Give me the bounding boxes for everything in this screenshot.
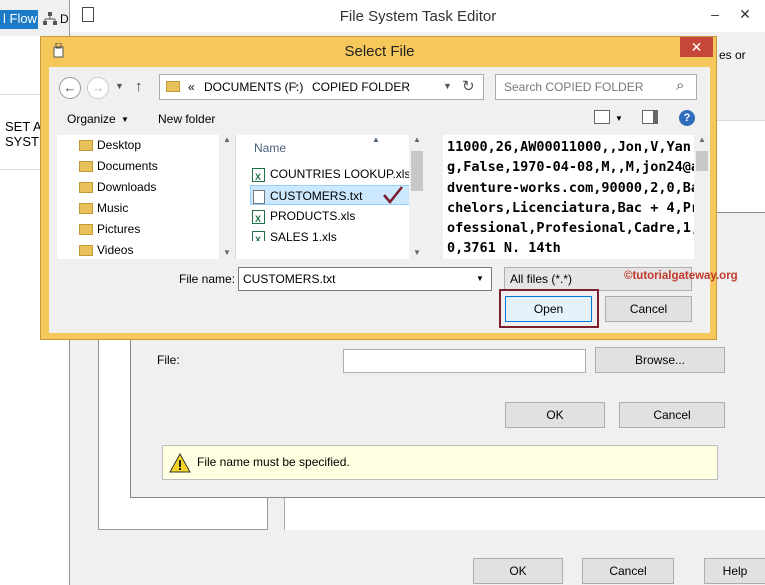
file-list-scrollbar[interactable]: ▲ ▼ — [409, 135, 425, 259]
file-path-input[interactable] — [343, 349, 586, 373]
tree-item-videos[interactable]: Videos — [79, 240, 133, 260]
preview-pane: 11000,26,AW00011000,,Jon,V,Yang,False,19… — [443, 135, 710, 259]
control-flow-tab[interactable]: l Flow — [0, 10, 38, 29]
folder-icon — [79, 182, 93, 194]
tree-item-desktop[interactable]: Desktop — [79, 135, 141, 155]
folder-icon — [166, 81, 180, 92]
file-item[interactable]: SALES 1.xls — [252, 227, 337, 241]
organize-button[interactable]: Organize — [67, 112, 116, 126]
file-list: Name ▲ COUNTRIES LOOKUP.xls CUSTOMERS.tx… — [235, 135, 425, 259]
editor-cancel-button[interactable]: Cancel — [582, 558, 674, 584]
warning-bar: File name must be specified. — [162, 445, 718, 480]
select-file-dialog: Select File ✕ ← → ▼ ↑ « DOCUMENTS (F:) ›… — [40, 36, 738, 340]
close-icon[interactable]: ✕ — [680, 37, 713, 57]
tree-item-downloads[interactable]: Downloads — [79, 177, 156, 197]
breadcrumb-overflow[interactable]: « — [188, 80, 195, 94]
up-icon[interactable]: ↑ — [135, 78, 143, 95]
folder-icon — [79, 224, 93, 236]
excel-file-icon — [252, 209, 265, 229]
breadcrumb-folder[interactable]: COPIED FOLDER — [312, 80, 410, 94]
help-icon[interactable]: ? — [679, 110, 695, 126]
toolbar-text-fragment: D — [60, 12, 69, 26]
folder-icon — [79, 245, 93, 257]
new-folder-button[interactable]: New folder — [158, 112, 215, 126]
breadcrumb-separator-icon: › — [294, 78, 298, 92]
sub-cancel-button[interactable]: Cancel — [619, 402, 725, 428]
folder-icon — [79, 161, 93, 173]
sort-arrow-icon: ▲ — [372, 135, 380, 144]
search-input[interactable]: Search COPIED FOLDER — [504, 80, 643, 94]
organize-chevron-icon: ▼ — [121, 115, 129, 124]
editor-help-button[interactable]: Help — [704, 558, 765, 584]
select-file-title: Select File — [344, 43, 415, 60]
folder-icon — [79, 140, 93, 152]
minimize-icon[interactable]: – — [702, 4, 728, 24]
editor-ok-button[interactable]: OK — [473, 558, 563, 584]
tree-item-documents[interactable]: Documents — [79, 156, 158, 176]
excel-file-icon — [252, 230, 265, 241]
file-item[interactable]: PRODUCTS.xls — [252, 206, 355, 229]
editor-titlebar: File System Task Editor – ✕ — [70, 0, 765, 32]
hierarchy-icon[interactable] — [43, 12, 57, 26]
select-file-body: ← → ▼ ↑ « DOCUMENTS (F:) › COPIED FOLDER… — [49, 67, 738, 333]
file-label: File: — [157, 353, 180, 367]
editor-title: File System Task Editor — [339, 8, 497, 25]
file-name-input[interactable]: CUSTOMERS.txt ▼ — [238, 267, 492, 291]
column-header-name[interactable]: Name — [254, 141, 286, 155]
browse-button[interactable]: Browse... — [595, 347, 725, 373]
excel-file-icon — [252, 167, 265, 187]
file-name-label: File name: — [179, 272, 236, 286]
search-icon[interactable]: ⌕ — [676, 77, 684, 94]
command-bar: Organize ▼ New folder ▼ ? — [49, 105, 710, 135]
navigation-tree: Desktop Documents Downloads Music Pictur… — [57, 135, 235, 259]
address-dropdown-icon[interactable]: ▼ — [443, 81, 452, 91]
tree-item-music[interactable]: Music — [79, 198, 128, 218]
description-fragment: es or — [719, 48, 746, 62]
tree-scrollbar[interactable]: ▲ ▼ — [219, 135, 235, 259]
preview-content: 11000,26,AW00011000,,Jon,V,Yang,False,19… — [447, 139, 699, 257]
file-item[interactable]: COUNTRIES LOOKUP.xls — [252, 164, 410, 187]
refresh-icon[interactable]: ↻ — [462, 77, 475, 95]
warning-message: File name must be specified. — [197, 455, 350, 469]
preview-scrollbar[interactable]: ▲ — [694, 135, 710, 259]
close-icon[interactable]: ✕ — [732, 4, 758, 24]
checkmark-icon — [382, 185, 404, 205]
view-chevron-icon[interactable]: ▼ — [615, 114, 623, 123]
recent-locations-chevron-icon[interactable]: ▼ — [115, 81, 124, 91]
search-box[interactable]: Search COPIED FOLDER ⌕ — [495, 74, 697, 100]
breadcrumb-drive[interactable]: DOCUMENTS (F:) — [204, 80, 303, 94]
back-icon[interactable]: ← — [59, 77, 81, 99]
select-file-titlebar: Select File ✕ — [41, 37, 718, 65]
cancel-button[interactable]: Cancel — [605, 296, 692, 322]
sub-ok-button[interactable]: OK — [505, 402, 605, 428]
text-file-icon — [253, 189, 265, 204]
address-bar[interactable]: « DOCUMENTS (F:) › COPIED FOLDER ▼ ↻ — [159, 74, 484, 100]
tree-item-pictures[interactable]: Pictures — [79, 219, 140, 239]
forward-icon[interactable]: → — [87, 77, 109, 99]
watermark: ©tutorialgateway.org — [624, 270, 738, 282]
file-name-dropdown-icon[interactable]: ▼ — [476, 274, 484, 283]
task-label-panel: SET A SYSTI — [0, 94, 42, 170]
open-button[interactable]: Open — [505, 296, 592, 322]
warning-icon — [169, 452, 191, 473]
view-options-icon[interactable] — [594, 110, 610, 124]
preview-pane-icon[interactable] — [642, 110, 658, 124]
folder-icon — [79, 203, 93, 215]
